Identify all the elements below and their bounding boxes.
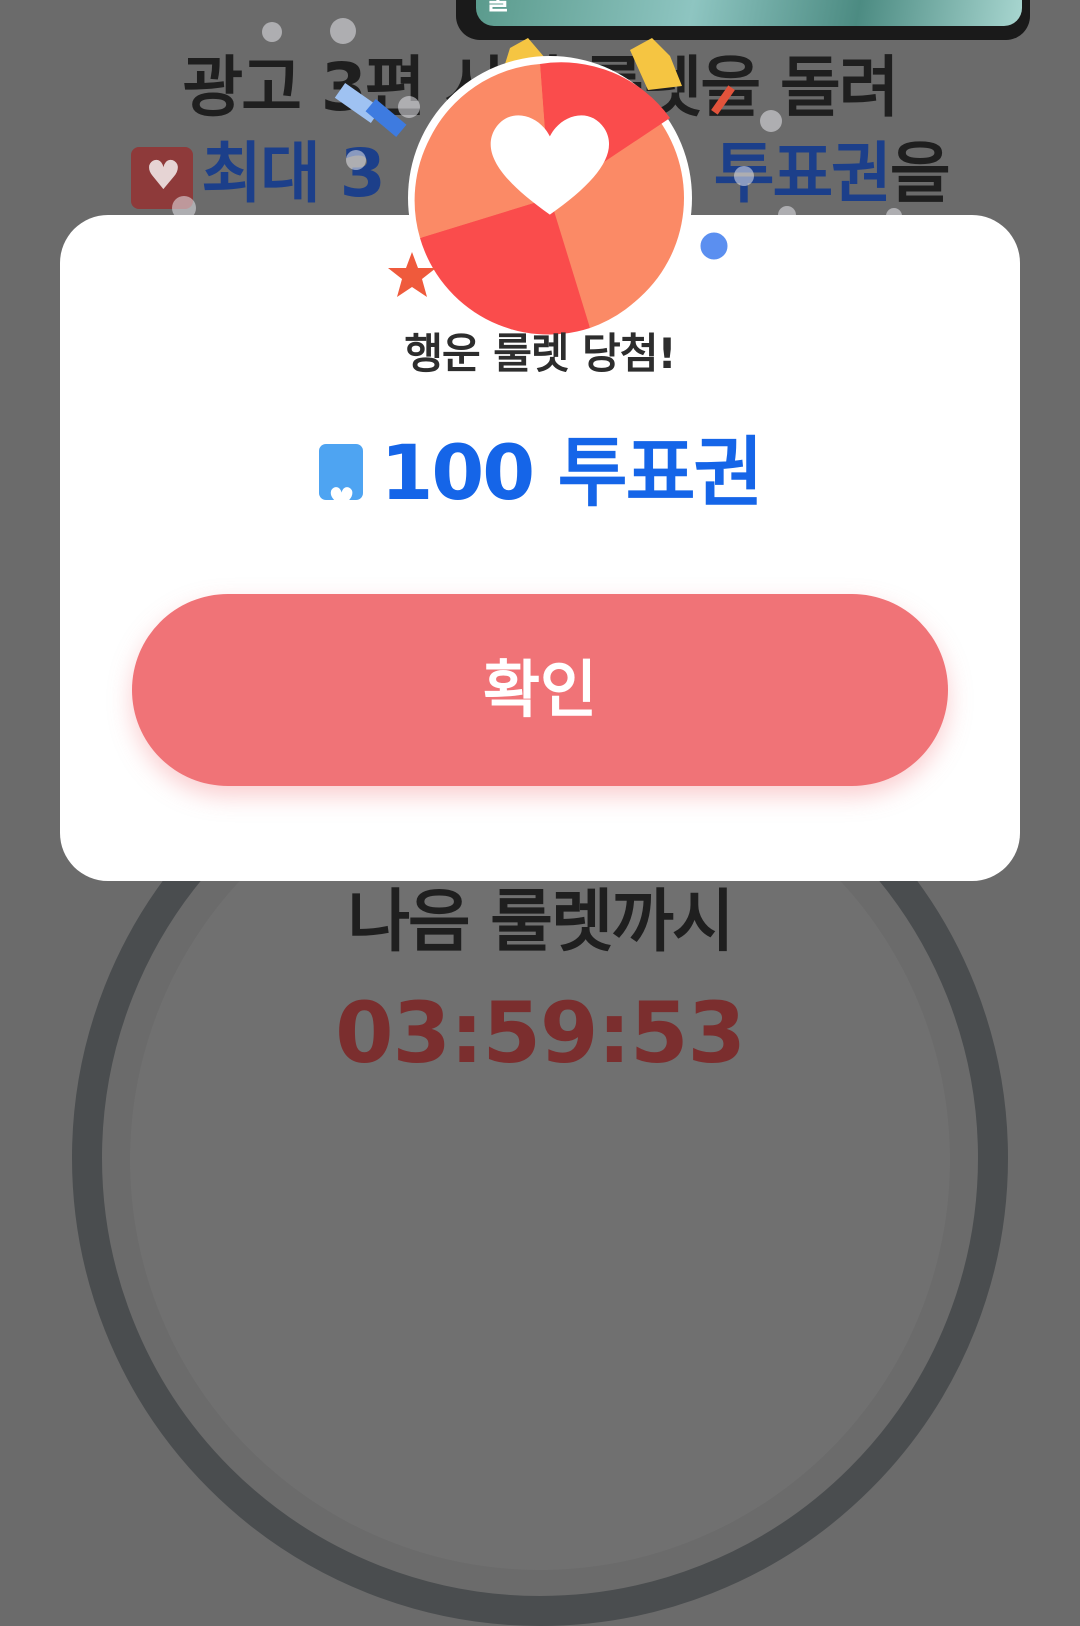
modal-title: 행운 룰렛 당첨! xyxy=(404,329,676,378)
thumbnail-label: 줄 xyxy=(486,0,510,16)
timer-value: 03:59:53 xyxy=(335,984,746,1082)
confetti-dot xyxy=(330,18,356,44)
confetti-dot xyxy=(346,150,366,170)
vote-ticket-heart-icon xyxy=(318,444,363,548)
bg-headline-suffix: 을 xyxy=(889,135,951,212)
confetti-dot xyxy=(734,166,754,186)
confetti-dot xyxy=(760,110,782,132)
prize-unit: 투표권 xyxy=(557,428,764,517)
roulette-wheel xyxy=(390,38,710,340)
confirm-button[interactable]: 확인 xyxy=(132,594,948,786)
prize-amount: 100 xyxy=(380,428,536,517)
roulette-heart-icon xyxy=(408,38,692,340)
prize-row: 100 투표권 xyxy=(0,425,1080,548)
thumbnail-image xyxy=(476,0,1022,26)
star-icon xyxy=(388,252,436,297)
confetti-dot xyxy=(262,22,282,42)
confetti-dot-blue xyxy=(697,229,731,263)
